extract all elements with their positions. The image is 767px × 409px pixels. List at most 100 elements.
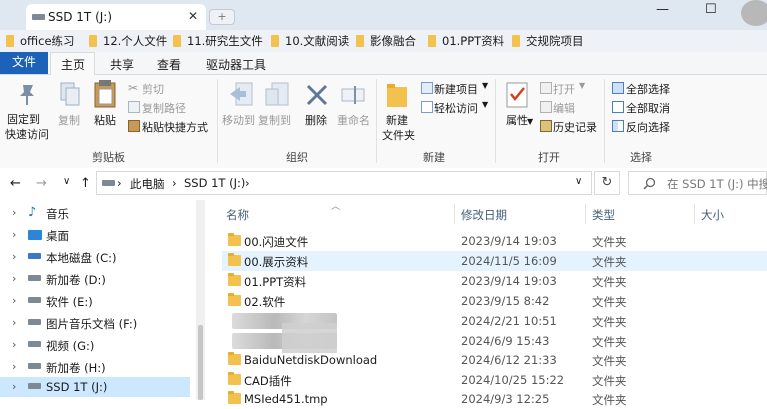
new-folder-button[interactable]: 新建 [386, 112, 408, 128]
paste-button[interactable]: 粘贴 [94, 112, 116, 128]
drive-icon [28, 341, 41, 347]
chevron-down-icon: ▼ [579, 81, 586, 90]
avatar[interactable] [741, 0, 767, 26]
bookmark-item[interactable]: 影像融合 [356, 33, 416, 49]
cut-button[interactable]: 剪切 [142, 81, 164, 97]
cut-icon: ✂ [128, 81, 139, 95]
drive-icon [28, 383, 41, 389]
move-to-button[interactable]: 移动到 [222, 112, 255, 128]
address-dropdown-button[interactable]: ∨ [575, 176, 582, 187]
file-row[interactable]: 01.PPT资料 2023/9/14 19:03 文件夹 [222, 271, 767, 291]
column-header-type[interactable]: 类型 [592, 207, 615, 223]
new-folder-icon [387, 84, 407, 107]
nav-item-music[interactable]: › ♪ 音乐 [0, 203, 190, 223]
pin-label[interactable]: 固定到 [7, 111, 40, 127]
search-input[interactable]: 在 SSD 1T (J:) 中搜 [628, 171, 767, 195]
nav-item-drive-d[interactable]: › 新加卷 (D:) [0, 269, 190, 289]
column-divider[interactable] [694, 204, 695, 224]
new-item-button[interactable]: 新建项目 [434, 81, 478, 97]
tab-home[interactable]: 主页 [61, 56, 85, 73]
group-label-new: 新建 [423, 151, 445, 164]
refresh-button[interactable]: ↻ [594, 171, 620, 195]
file-row[interactable]: BaiduNetdiskDownload 2024/6/12 21:33 文件夹 [222, 350, 767, 370]
drive-icon [102, 180, 115, 186]
chevron-right-icon: › [12, 250, 17, 263]
file-row[interactable]: 2024/6/9 15:43 文件夹 [222, 323, 767, 353]
bookmark-item[interactable]: 交规院项目 [512, 33, 584, 49]
column-header-name[interactable]: 名称 [226, 207, 249, 223]
folder-icon [271, 35, 279, 47]
delete-button[interactable]: 删除 [305, 112, 327, 128]
tab-view[interactable]: 查看 [157, 56, 181, 73]
copy-to-button[interactable]: 复制到 [258, 112, 291, 128]
copy-path-button[interactable]: 复制路径 [142, 100, 186, 116]
select-all-button[interactable]: 全部选择 [626, 81, 670, 97]
nav-item-drive-j[interactable]: › SSD 1T (J:) [0, 377, 190, 397]
close-tab-icon[interactable]: ✕ [188, 9, 198, 23]
paste-shortcut-button[interactable]: 粘贴快捷方式 [142, 119, 208, 135]
sort-ascending-icon: ︿ [331, 202, 341, 212]
nav-item-drive-f[interactable]: › 图片音乐文档 (F:) [0, 313, 190, 333]
back-button[interactable]: ← [10, 176, 21, 191]
drive-icon [28, 275, 41, 281]
select-none-icon [612, 101, 624, 113]
chevron-down-icon: ▼ [482, 81, 489, 90]
properties-button[interactable]: 属性 [506, 112, 528, 128]
chevron-right-icon: › [12, 228, 17, 241]
nav-item-desktop[interactable]: › 桌面 [0, 225, 190, 245]
breadcrumb-this-pc[interactable]: 此电脑 [130, 176, 165, 192]
select-all-icon [612, 82, 624, 94]
folder-icon [512, 35, 520, 47]
minimize-button[interactable]: — [656, 2, 669, 17]
column-header-date[interactable]: 修改日期 [461, 207, 507, 223]
bookmark-item[interactable]: 11.研究生文件 [173, 33, 263, 49]
group-divider [495, 79, 496, 163]
nav-item-drive-c[interactable]: › 本地磁盘 (C:) [0, 247, 190, 267]
column-header-size[interactable]: 大小 [701, 207, 724, 223]
chevron-right-icon: › [12, 380, 17, 393]
select-none-button[interactable]: 全部取消 [626, 100, 670, 116]
window-tab[interactable]: SSD 1T (J:) ✕ [26, 4, 206, 30]
file-row[interactable]: 00.展示资料 2024/11/5 16:09 文件夹 [222, 251, 767, 271]
file-row[interactable]: 02.软件 2023/9/15 8:42 文件夹 [222, 291, 767, 311]
tab-file[interactable]: 文件 [0, 52, 48, 74]
recent-locations-button[interactable]: ∨ [63, 176, 70, 187]
nav-scrollbar-thumb[interactable] [198, 325, 203, 400]
bookmark-item[interactable]: 01.PPT资料 [428, 33, 504, 49]
group-label-select: 选择 [630, 151, 652, 164]
copy-button[interactable]: 复制 [58, 112, 80, 128]
history-button[interactable]: 历史记录 [553, 119, 597, 135]
column-divider[interactable] [585, 204, 586, 224]
folder-icon [6, 35, 14, 47]
tab-share[interactable]: 共享 [110, 56, 134, 73]
invert-selection-button[interactable]: 反向选择 [626, 119, 670, 135]
open-button[interactable]: 打开 [553, 81, 575, 97]
folder-icon [228, 293, 241, 306]
bookmark-item[interactable]: office练习 [6, 33, 75, 49]
nav-item-drive-e[interactable]: › 软件 (E:) [0, 291, 190, 311]
file-row[interactable]: CAD插件 2024/10/25 15:22 文件夹 [222, 370, 767, 390]
folder-icon [228, 372, 241, 385]
forward-button[interactable]: → [36, 176, 47, 191]
bookmark-item[interactable]: 12.个人文件 [89, 33, 167, 49]
new-tab-button[interactable]: + [209, 9, 235, 25]
nav-item-drive-g[interactable]: › 视频 (G:) [0, 335, 190, 355]
drive-icon [28, 319, 41, 325]
edit-button[interactable]: 编辑 [553, 100, 575, 116]
file-row[interactable]: 00.闪迪文件 2023/9/14 19:03 文件夹 [222, 231, 767, 251]
rename-button[interactable]: 重命名 [337, 112, 370, 128]
bookmark-item[interactable]: 10.文献阅读 [271, 33, 349, 49]
address-bar[interactable]: › 此电脑 › SSD 1T (J:) › ∨ [96, 171, 592, 195]
folder-icon [356, 35, 364, 47]
up-button[interactable]: ↑ [80, 176, 91, 191]
new-folder-label-2: 文件夹 [382, 129, 415, 142]
column-divider[interactable] [454, 204, 455, 224]
nav-item-drive-h[interactable]: › 新加卷 (H:) [0, 357, 190, 377]
folder-icon [228, 273, 241, 286]
pin-label-2: 快速访问 [5, 128, 49, 141]
file-row[interactable]: MSIed451.tmp 2024/9/3 12:25 文件夹 [222, 389, 767, 409]
breadcrumb-drive[interactable]: SSD 1T (J:) [184, 176, 245, 190]
easy-access-button[interactable]: 轻松访问 [434, 100, 478, 116]
maximize-button[interactable]: ☐ [705, 2, 717, 17]
tab-drive-tools[interactable]: 驱动器工具 [206, 56, 266, 73]
